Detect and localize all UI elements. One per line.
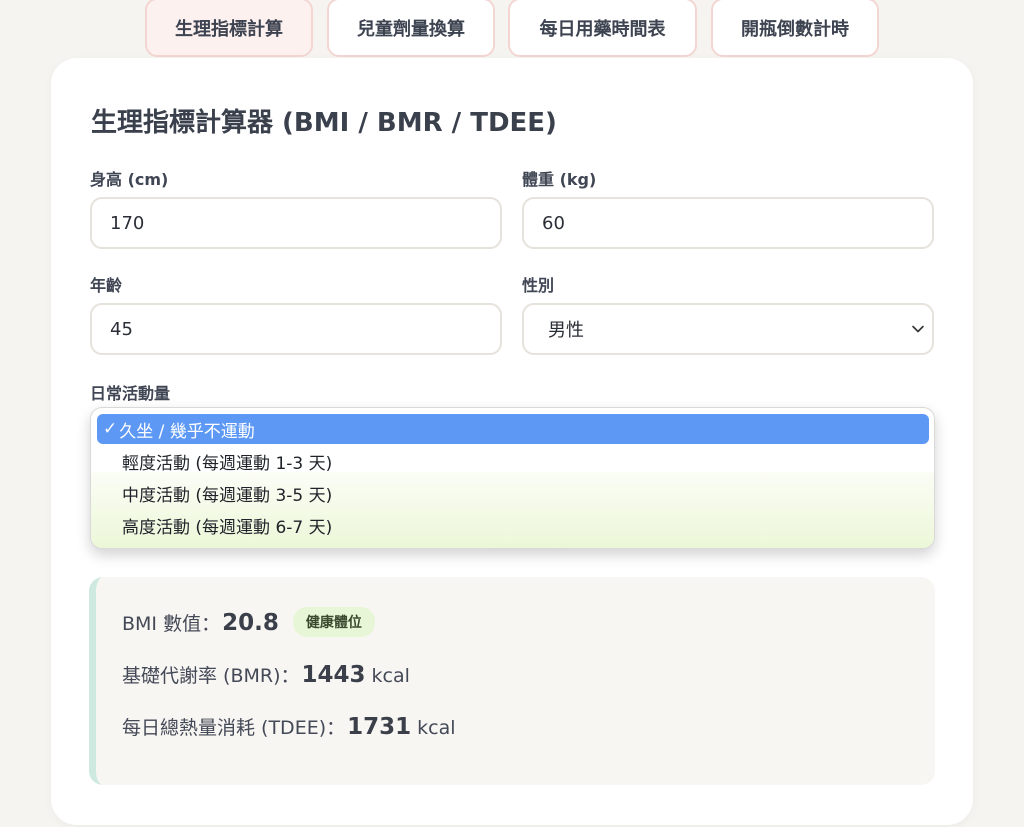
- tab-child-dosage[interactable]: 兒童劑量換算: [327, 0, 495, 57]
- gender-label: 性別: [522, 276, 555, 295]
- tdee-unit: kcal: [417, 717, 456, 739]
- bmi-value: 20.8: [222, 610, 279, 636]
- activity-option-high[interactable]: 高度活動 (每週運動 6-7 天): [97, 510, 929, 540]
- activity-option-sedentary[interactable]: ✓ 久坐 / 幾乎不運動: [97, 414, 929, 444]
- results-panel: BMI 數值： 20.8 健康體位 基礎代謝率 (BMR)： 1443 kcal…: [89, 577, 935, 785]
- bmr-label: 基礎代謝率 (BMR)：: [122, 665, 300, 687]
- weight-input[interactable]: 60: [522, 197, 934, 249]
- gender-select[interactable]: 男性: [522, 303, 934, 355]
- activity-option-moderate[interactable]: 中度活動 (每週運動 3-5 天): [97, 478, 929, 508]
- tdee-label: 每日總熱量消耗 (TDEE)：: [122, 717, 346, 739]
- tdee-row: 每日總熱量消耗 (TDEE)： 1731 kcal: [122, 713, 456, 740]
- bmi-row: BMI 數值： 20.8 健康體位: [122, 607, 375, 640]
- status-badge: 健康體位: [292, 607, 375, 637]
- activity-label: 日常活動量: [90, 384, 171, 403]
- activity-option-light[interactable]: 輕度活動 (每週運動 1-3 天): [97, 446, 929, 476]
- age-label: 年齡: [90, 276, 123, 295]
- chevron-down-icon: [912, 325, 924, 333]
- weight-label: 體重 (kg): [522, 170, 597, 189]
- page-title: 生理指標計算器 (BMI / BMR / TDEE): [91, 108, 557, 138]
- checkmark-icon: ✓: [103, 419, 118, 439]
- age-input[interactable]: 45: [90, 303, 502, 355]
- tab-vital-signs[interactable]: 生理指標計算: [145, 0, 313, 57]
- tab-daily-schedule[interactable]: 每日用藥時間表: [508, 0, 697, 57]
- bmr-unit: kcal: [371, 665, 410, 687]
- tab-opening-countdown[interactable]: 開瓶倒數計時: [711, 0, 879, 57]
- tdee-value: 1731: [347, 714, 412, 740]
- tab-bar: 生理指標計算 兒童劑量換算 每日用藥時間表 開瓶倒數計時: [0, 0, 1024, 58]
- calculator-card: 生理指標計算器 (BMI / BMR / TDEE) 身高 (cm) 170 體…: [51, 58, 973, 825]
- height-input[interactable]: 170: [90, 197, 502, 249]
- bmr-value: 1443: [301, 662, 366, 688]
- bmi-label: BMI 數值：: [122, 613, 221, 635]
- gender-value: 男性: [548, 320, 584, 341]
- height-label: 身高 (cm): [90, 170, 169, 189]
- bmr-row: 基礎代謝率 (BMR)： 1443 kcal: [122, 661, 410, 688]
- activity-dropdown[interactable]: ✓ 久坐 / 幾乎不運動 輕度活動 (每週運動 1-3 天) 中度活動 (每週運…: [90, 407, 935, 549]
